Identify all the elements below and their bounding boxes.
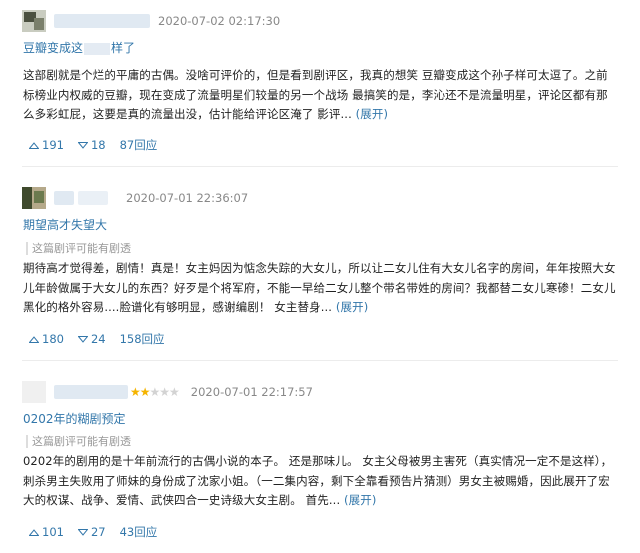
upvote-button[interactable]: 101 [29, 525, 64, 539]
thumb-up-icon [29, 141, 39, 149]
redacted-text [84, 42, 111, 55]
downvote-button[interactable]: 18 [77, 138, 106, 152]
review-title[interactable]: 期望高才失望大 [23, 216, 107, 233]
review-date: 2020-07-01 22:17:57 [190, 385, 313, 399]
upvote-count: 101 [42, 525, 64, 539]
review-title-text: 0202年的糊剧预定 [23, 412, 126, 426]
review-body-text: 期待高才觉得差，剧情！真是！女主妈因为惦念失踪的大女儿，所以让二女儿住有大女儿名… [23, 261, 616, 315]
upvote-button[interactable]: 191 [29, 138, 64, 152]
downvote-count: 18 [90, 138, 106, 152]
star-filled-icon: ★★ [130, 385, 150, 399]
author-name[interactable] [54, 14, 150, 28]
downvote-button[interactable]: 24 [77, 332, 106, 346]
upvote-count: 180 [42, 332, 64, 346]
review-date: 2020-07-01 22:36:07 [126, 191, 249, 205]
expand-link[interactable]: (展开) [356, 107, 388, 121]
rating-stars: ★★★★★ [130, 385, 180, 399]
thumb-down-icon [77, 528, 88, 536]
review-title-text: 期望高才失望大 [23, 218, 108, 232]
upvote-count: 191 [42, 138, 64, 152]
review-title-text: 豆瓣变成这 [23, 41, 84, 55]
spoiler-warning: 这篇剧评可能有剧透 [26, 242, 131, 255]
review-title[interactable]: 豆瓣变成这 样了 [23, 39, 135, 56]
review-body: 这部剧就是个烂的平庸的古偶。没啥可评价的，但是看到剧评区，我真的想笑 豆瓣变成这… [23, 66, 619, 125]
review-header: 2020-07-01 22:36:07 [22, 186, 248, 210]
thumb-up-icon [29, 528, 39, 536]
review-header: 2020-07-02 02:17:30 [22, 9, 280, 33]
review-actions: 101 27 43回应 [29, 524, 157, 540]
review-body: 期待高才觉得差，剧情！真是！女主妈因为惦念失踪的大女儿，所以让二女儿住有大女儿名… [23, 259, 619, 318]
review-actions: 191 18 87回应 [29, 137, 157, 153]
reply-link[interactable]: 158回应 [120, 331, 165, 347]
downvote-count: 24 [90, 332, 106, 346]
thumb-up-icon [29, 335, 39, 343]
avatar[interactable] [22, 10, 46, 32]
review-title[interactable]: 0202年的糊剧预定 [23, 410, 126, 427]
reply-link[interactable]: 87回应 [120, 137, 158, 153]
review-body-text: 0202年的剧用的是十年前流行的古偶小说的本子。 还是那味儿。 女主父母被男主害… [23, 454, 613, 508]
star-empty-icon: ★★★ [149, 385, 180, 399]
reply-link[interactable]: 43回应 [120, 524, 158, 540]
author-name[interactable] [78, 191, 108, 205]
author-name[interactable] [54, 191, 74, 205]
upvote-button[interactable]: 180 [29, 332, 64, 346]
downvote-count: 27 [90, 525, 106, 539]
expand-link[interactable]: (展开) [336, 300, 368, 314]
avatar[interactable] [22, 187, 46, 209]
spoiler-warning: 这篇剧评可能有剧透 [26, 435, 131, 448]
divider [22, 166, 618, 167]
review-header: ★★★★★ 2020-07-01 22:17:57 [22, 380, 313, 404]
divider [22, 360, 618, 361]
expand-link[interactable]: (展开) [344, 493, 376, 507]
review-body: 0202年的剧用的是十年前流行的古偶小说的本子。 还是那味儿。 女主父母被男主害… [23, 452, 619, 511]
review-title-text: 样了 [111, 41, 136, 55]
author-name[interactable] [54, 385, 128, 399]
review-actions: 180 24 158回应 [29, 331, 165, 347]
downvote-button[interactable]: 27 [77, 525, 106, 539]
avatar[interactable] [22, 381, 46, 403]
review-body-text: 这部剧就是个烂的平庸的古偶。没啥可评价的，但是看到剧评区，我真的想笑 豆瓣变成这… [23, 68, 608, 122]
thumb-down-icon [77, 335, 88, 343]
thumb-down-icon [77, 141, 88, 149]
review-date: 2020-07-02 02:17:30 [158, 14, 281, 28]
